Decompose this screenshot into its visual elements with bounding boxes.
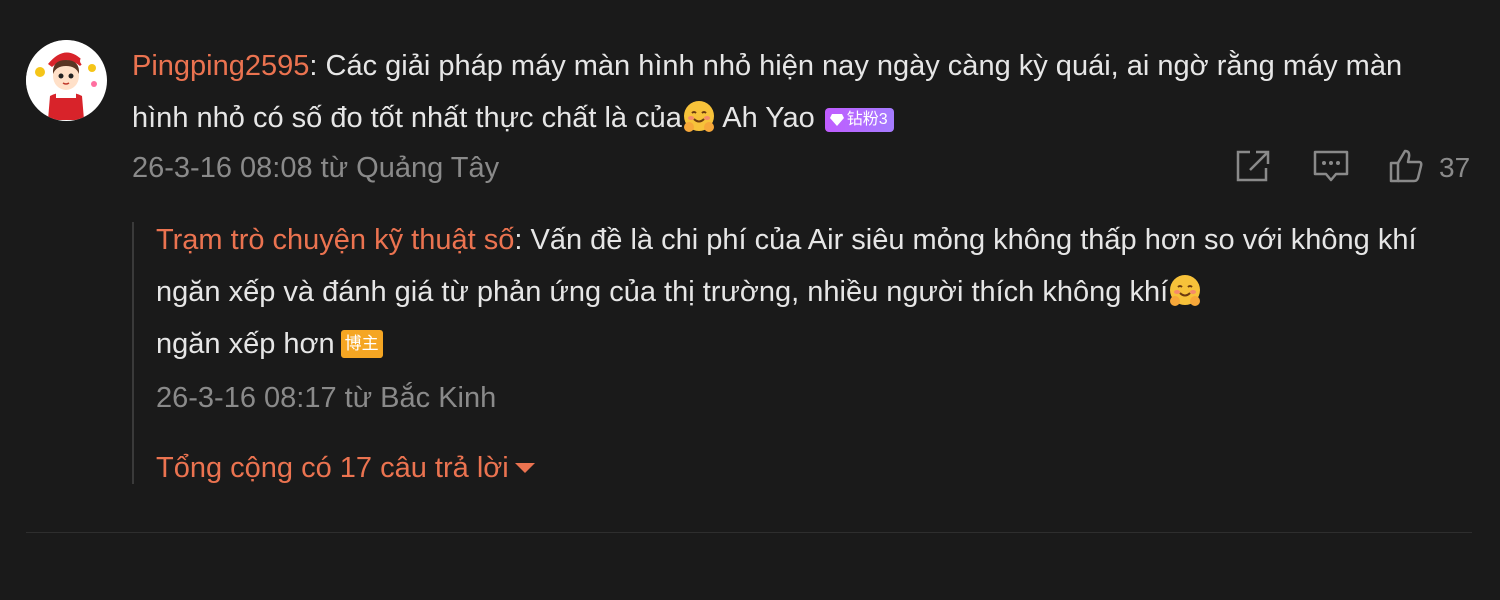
comment-time-location: 26-3-16 08:08 từ Quảng Tây: [132, 152, 500, 184]
diamond-icon: [829, 114, 844, 126]
reply-separator: :: [514, 224, 531, 256]
reply-text-continued: ngăn xếp hơn: [156, 328, 335, 360]
hugging-face-emoji-icon: [682, 98, 716, 132]
fan-badge-label: 钻粉3: [846, 111, 888, 128]
hugging-face-emoji-icon: [1168, 272, 1202, 306]
caret-down-icon: [514, 463, 535, 473]
reply-total-label: Tổng cộng có 17 câu trả lời: [156, 452, 509, 484]
share-icon[interactable]: [1234, 148, 1272, 189]
host-badge: 博主: [340, 330, 383, 358]
user-avatar[interactable]: [26, 40, 107, 121]
comment-body: Pingping2595: Các giải pháp máy màn hình…: [132, 40, 1462, 144]
comment-actions: 37: [1232, 148, 1472, 188]
thumbs-up-icon[interactable]: [1388, 148, 1424, 189]
like-count: 37: [1439, 152, 1471, 183]
reply-username[interactable]: Trạm trò chuyện kỹ thuật số: [156, 224, 514, 256]
comment-icon[interactable]: [1312, 148, 1350, 189]
comment-username[interactable]: Pingping2595: [132, 50, 309, 82]
comment-separator: :: [309, 50, 326, 82]
comment-mention: Ah Yao: [715, 102, 815, 134]
reply-thread: Trạm trò chuyện kỹ thuật số: Vấn đề là c…: [132, 222, 1474, 484]
comment-divider: [26, 532, 1472, 533]
fan-level-badge: 钻粉3: [824, 108, 894, 132]
view-all-replies-link[interactable]: Tổng cộng có 17 câu trả lời: [156, 452, 535, 485]
reply-body: Trạm trò chuyện kỹ thuật số: Vấn đề là c…: [156, 214, 1456, 370]
reply-time-location: 26-3-16 08:17 từ Bắc Kinh: [156, 382, 497, 414]
